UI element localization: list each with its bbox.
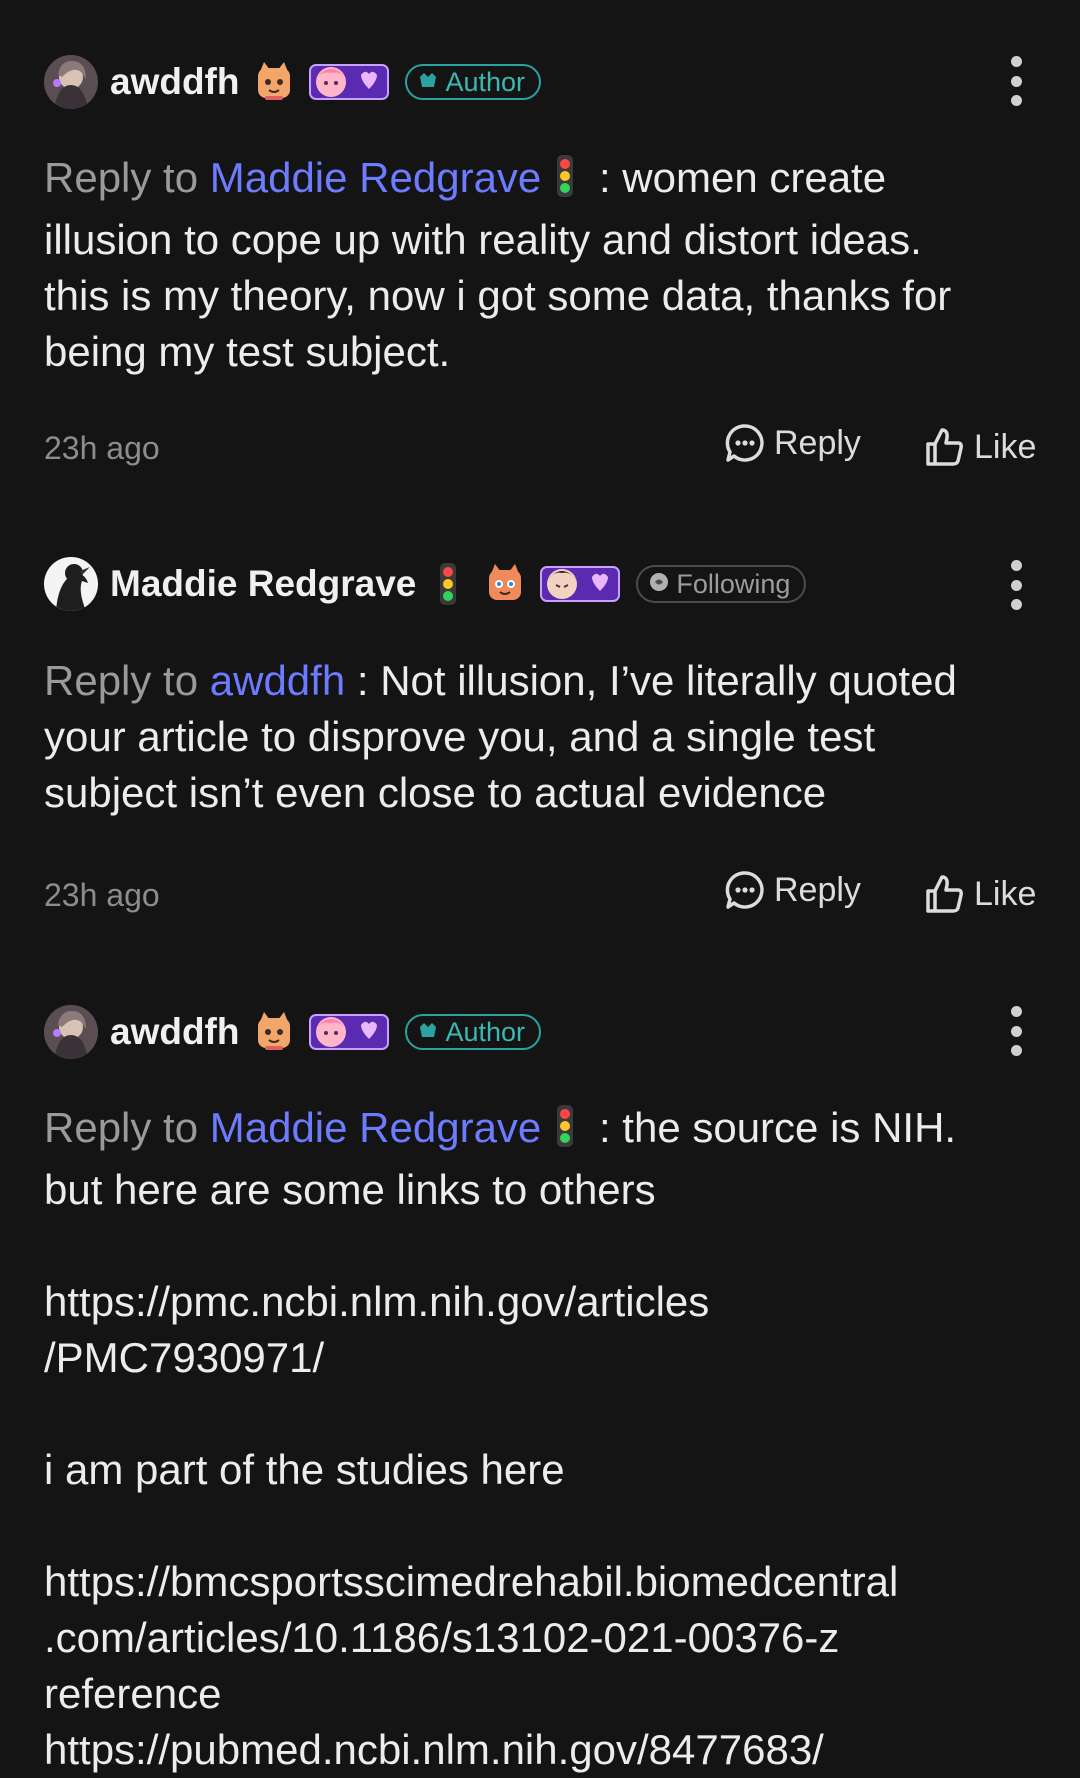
comment-text: Reply to Maddie Redgrave : women create … [44,150,1024,380]
comment-text: Reply to Maddie Redgrave : the source is… [44,1100,1024,1778]
level-badge-icon [309,61,390,103]
comment-text: Reply to awddfh : Not illusion, I’ve lit… [44,653,1024,821]
traffic-light-icon [555,154,575,212]
comment-line: but here are some links to others [44,1166,656,1213]
thumbs-up-icon [924,426,974,468]
comment-meta: 23h ago Reply Like [44,422,1036,472]
comment-line: this is my theory, now i got some data, … [44,272,952,319]
reply-to-prefix: Reply to [44,1104,210,1151]
username[interactable]: awddfh [110,61,239,103]
timestamp: 23h ago [44,877,160,913]
link-line[interactable]: /PMC7930971/ [44,1334,324,1381]
comment-line: being my test subject. [44,328,451,375]
comment-line: : women create [587,154,887,201]
sticker-cat-icon [486,564,524,604]
like-label: Like [974,427,1037,466]
author-badge-icon [417,1017,439,1048]
more-options-icon[interactable] [1004,1006,1028,1056]
comment-meta: 23h ago Reply Like [44,869,1036,919]
reply-button[interactable]: Reply [724,422,861,464]
author-badge-label: Author [445,66,526,97]
author-badge: Author [405,1014,542,1050]
traffic-light-icon [438,562,458,606]
level-badge-icon [540,563,621,605]
avatar[interactable] [44,557,98,611]
following-badge[interactable]: Following [636,565,807,603]
chat-bubble-icon [724,422,774,464]
level-badge-icon [309,1011,390,1053]
reply-label: Reply [774,423,861,462]
sticker-cat-icon [255,62,293,102]
more-options-icon[interactable] [1004,56,1028,106]
link-line[interactable]: .com/articles/10.1186/s13102-021-00376-z [44,1614,839,1661]
reply-to-prefix: Reply to [44,154,210,201]
author-badge: Author [405,64,542,100]
comment-header: awddfh Author [44,1002,542,1062]
comment-line: subject isn’t even close to actual evide… [44,769,827,816]
like-button[interactable]: Like [924,426,1036,468]
more-options-icon[interactable] [1004,560,1028,610]
comment-line: i am part of the studies here [44,1446,565,1493]
following-badge-icon [648,569,670,600]
thumbs-up-icon [924,873,974,915]
chat-bubble-icon [724,869,774,911]
sticker-cat-icon [255,1012,293,1052]
following-badge-label: Following [676,568,791,599]
reply-label: Reply [774,870,861,909]
comment-line: your article to disprove you, and a sing… [44,713,876,760]
like-button[interactable]: Like [924,873,1036,915]
comment-line: reference [44,1670,222,1717]
link-line[interactable]: https://pubmed.ncbi.nlm.nih.gov/8477683/ [44,1726,824,1773]
avatar[interactable] [44,55,98,109]
comment-line: : the source is NIH. [587,1104,957,1151]
timestamp: 23h ago [44,430,160,466]
link-line[interactable]: https://bmcsportsscimedrehabil.biomedcen… [44,1558,898,1605]
traffic-light-icon [555,1104,575,1162]
username[interactable]: Maddie Redgrave [110,563,416,605]
reply-button[interactable]: Reply [724,869,861,911]
comment-header: awddfh Author [44,52,542,112]
comment-line: illusion to cope up with reality and dis… [44,216,922,263]
comment-line: : Not illusion, I’ve literally quoted [345,657,957,704]
link-line[interactable]: https://pmc.ncbi.nlm.nih.gov/articles [44,1278,709,1325]
reply-to-prefix: Reply to [44,657,210,704]
username[interactable]: awddfh [110,1011,239,1053]
mention-link[interactable]: awddfh [210,657,345,704]
mention-link[interactable]: Maddie Redgrave [210,1104,542,1151]
avatar[interactable] [44,1005,98,1059]
comment-header: Maddie Redgrave Following [44,554,807,614]
author-badge-label: Author [445,1016,526,1047]
mention-link[interactable]: Maddie Redgrave [210,154,542,201]
like-label: Like [974,874,1037,913]
author-badge-icon [417,67,439,98]
